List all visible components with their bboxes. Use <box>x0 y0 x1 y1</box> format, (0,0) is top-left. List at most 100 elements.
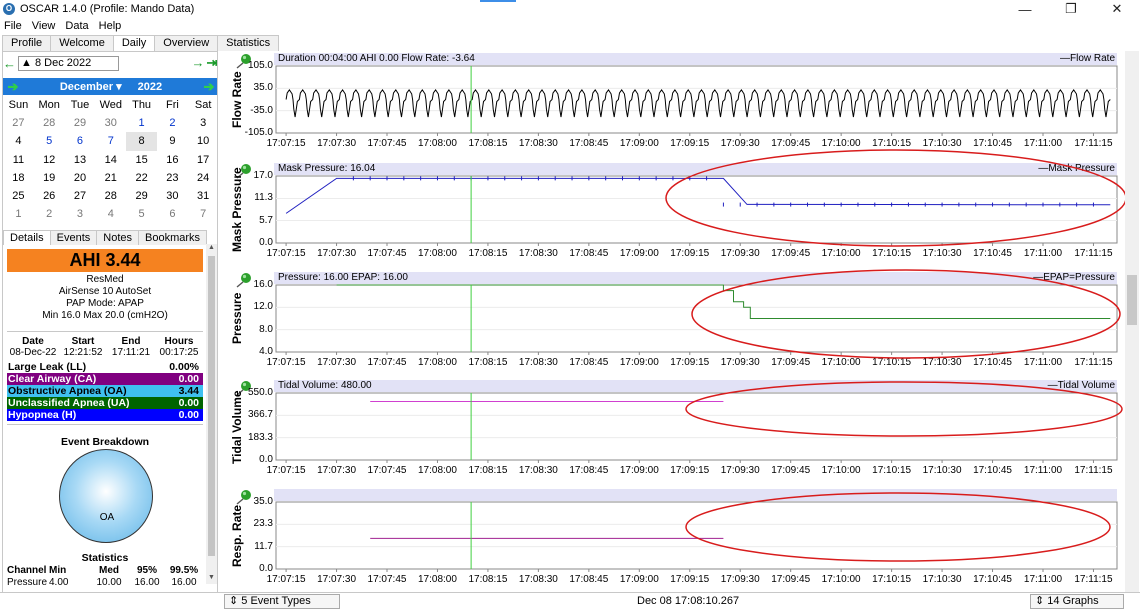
calendar-day[interactable]: 4 <box>3 132 34 150</box>
calendar-day[interactable]: 1 <box>3 205 34 223</box>
restore-button[interactable]: ❐ <box>1048 0 1094 18</box>
calendar-day[interactable]: 3 <box>188 114 217 132</box>
calendar-day[interactable]: 13 <box>65 151 96 169</box>
event-index-label: Large Leak (LL) <box>8 361 87 373</box>
calendar-day[interactable]: 4 <box>95 205 126 223</box>
graphs-combo[interactable]: ⇕ 14 Graphs <box>1030 594 1124 609</box>
x-tick-label: 17:11:00 <box>1023 357 1063 368</box>
calendar-day[interactable]: 11 <box>3 151 34 169</box>
graph-scrollbar[interactable] <box>1125 51 1139 592</box>
window-title: OSCAR 1.4.0 (Profile: Mando Data) <box>20 3 195 15</box>
calendar-day[interactable]: 6 <box>65 132 96 150</box>
status-bar: ⇕ 5 Event Types Dec 08 17:08:10.267 ⇕ 14… <box>0 592 1140 610</box>
tab-daily[interactable]: Daily <box>112 35 156 51</box>
calendar-day[interactable]: 7 <box>95 132 126 150</box>
menu-view[interactable]: View <box>32 20 56 32</box>
calendar-day[interactable]: 6 <box>157 205 188 223</box>
session-hours: 00:17:25 <box>159 347 199 358</box>
calendar-day[interactable]: 5 <box>126 205 157 223</box>
calendar-day[interactable]: 1 <box>126 114 157 132</box>
scroll-thumb[interactable] <box>208 256 215 556</box>
calendar-dow: Thu <box>132 99 152 111</box>
menu-data[interactable]: Data <box>65 20 88 32</box>
calendar-day[interactable]: 26 <box>34 187 65 205</box>
event-index-row[interactable]: Hypopnea (H) 0.00 <box>7 409 203 421</box>
x-tick-label: 17:10:45 <box>973 138 1012 149</box>
calendar-day[interactable]: 2 <box>157 114 188 132</box>
graph-panel[interactable]: Resp. Rate 35.0 23.3 11.7 0.0 17:07:15 17:07:3… <box>220 487 1123 592</box>
graph-panel[interactable]: Tidal Volume: 480.00 —Tidal Volume Tidal V… <box>220 378 1123 487</box>
next-day-arrow-icon[interactable]: → <box>191 55 205 71</box>
calendar-day[interactable]: 10 <box>188 132 217 150</box>
scroll-down-icon[interactable]: ▼ <box>206 574 217 584</box>
event-index-row[interactable]: Unclassified Apnea (UA) 0.00 <box>7 397 203 409</box>
left-scrollbar[interactable]: ▲ ▼ <box>206 244 217 584</box>
col-end: End <box>121 336 141 347</box>
calendar-day[interactable]: 19 <box>34 169 65 187</box>
calendar-day[interactable]: 21 <box>95 169 126 187</box>
calendar-day[interactable]: 12 <box>34 151 65 169</box>
menu-file[interactable]: File <box>4 20 22 32</box>
calendar-day[interactable]: 25 <box>3 187 34 205</box>
calendar-day[interactable]: 31 <box>188 187 217 205</box>
graph-scroll-thumb[interactable] <box>1127 275 1137 325</box>
calendar-day[interactable]: 30 <box>95 114 126 132</box>
calendar-day[interactable]: 28 <box>34 114 65 132</box>
x-tick-label: 17:08:45 <box>569 574 609 585</box>
close-button[interactable]: ✕ <box>1094 0 1140 18</box>
minimize-button[interactable]: — <box>1002 0 1048 18</box>
scroll-up-icon[interactable]: ▲ <box>206 244 217 254</box>
event-index-row[interactable]: Clear Airway (CA) 0.00 <box>7 373 203 385</box>
calendar-day[interactable]: 2 <box>34 205 65 223</box>
calendar-day[interactable]: 23 <box>157 169 188 187</box>
subtab-notes[interactable]: Notes <box>96 230 140 245</box>
main-tabs: Profile Welcome Daily Overview Statistic… <box>2 35 280 51</box>
y-tick-label: 4.0 <box>259 346 273 357</box>
calendar-day[interactable]: 16 <box>157 151 188 169</box>
calendar-day[interactable]: 27 <box>3 114 34 132</box>
x-tick-label: 17:10:15 <box>872 574 912 585</box>
subtab-bookmarks[interactable]: Bookmarks <box>138 230 208 245</box>
prev-day-arrow-icon[interactable]: ← <box>3 56 16 71</box>
calendar-day[interactable]: 29 <box>65 114 96 132</box>
calendar-day[interactable]: 3 <box>65 205 96 223</box>
calendar-month[interactable]: December ▾ <box>60 80 122 93</box>
calendar-day[interactable]: 27 <box>65 187 96 205</box>
calendar-day[interactable]: 17 <box>188 151 217 169</box>
calendar-year[interactable]: 2022 <box>138 81 162 93</box>
event-types-value: 5 Event Types <box>241 595 311 607</box>
calendar-day[interactable]: 9 <box>157 132 188 150</box>
calendar-day[interactable]: 28 <box>95 187 126 205</box>
tab-overview[interactable]: Overview <box>154 35 219 51</box>
graph-panel[interactable]: Duration 00:04:00 AHI 0.00 Flow Rate: -3… <box>220 51 1123 160</box>
prev-month-arrow-icon[interactable]: ➔ <box>5 78 21 95</box>
calendar-day[interactable]: 7 <box>188 205 217 223</box>
calendar-day[interactable]: 29 <box>126 187 157 205</box>
calendar-day[interactable]: 15 <box>126 151 157 169</box>
last-day-arrow-icon[interactable]: ⇥ <box>205 55 217 71</box>
calendar-day[interactable]: 18 <box>3 169 34 187</box>
calendar-day[interactable]: 30 <box>157 187 188 205</box>
graph-panel[interactable]: Pressure: 16.00 EPAP: 16.00 —EPAP=Pressur… <box>220 270 1123 378</box>
next-month-arrow-icon[interactable]: ➔ <box>201 78 217 95</box>
calendar-day[interactable]: 22 <box>126 169 157 187</box>
calendar-week: 27 28 29 30 1 2 3 <box>3 114 217 132</box>
calendar-day[interactable]: 14 <box>95 151 126 169</box>
event-index-row[interactable]: Obstructive Apnea (OA) 3.44 <box>7 385 203 397</box>
tab-statistics[interactable]: Statistics <box>217 35 280 51</box>
subtab-events[interactable]: Events <box>49 230 98 245</box>
event-index-row[interactable]: Large Leak (LL) 0.00% <box>7 361 203 373</box>
event-types-combo[interactable]: ⇕ 5 Event Types <box>224 594 340 609</box>
tab-profile[interactable]: Profile <box>2 35 52 51</box>
calendar-day[interactable]: 8 <box>126 132 157 151</box>
tab-welcome[interactable]: Welcome <box>50 35 114 51</box>
subtab-details[interactable]: Details <box>3 230 51 245</box>
calendar-day[interactable]: 5 <box>34 132 65 150</box>
x-tick-label: 17:07:30 <box>317 574 357 585</box>
pap-mode: PAP Mode: APAP <box>66 298 144 309</box>
date-picker[interactable]: ▲ 8 Dec 2022 <box>18 55 119 71</box>
graph-panel[interactable]: Mask Pressure: 16.04 —Mask Pressure Mask P… <box>220 161 1123 270</box>
calendar-day[interactable]: 24 <box>188 169 217 187</box>
menu-help[interactable]: Help <box>99 20 122 32</box>
calendar-day[interactable]: 20 <box>65 169 96 187</box>
